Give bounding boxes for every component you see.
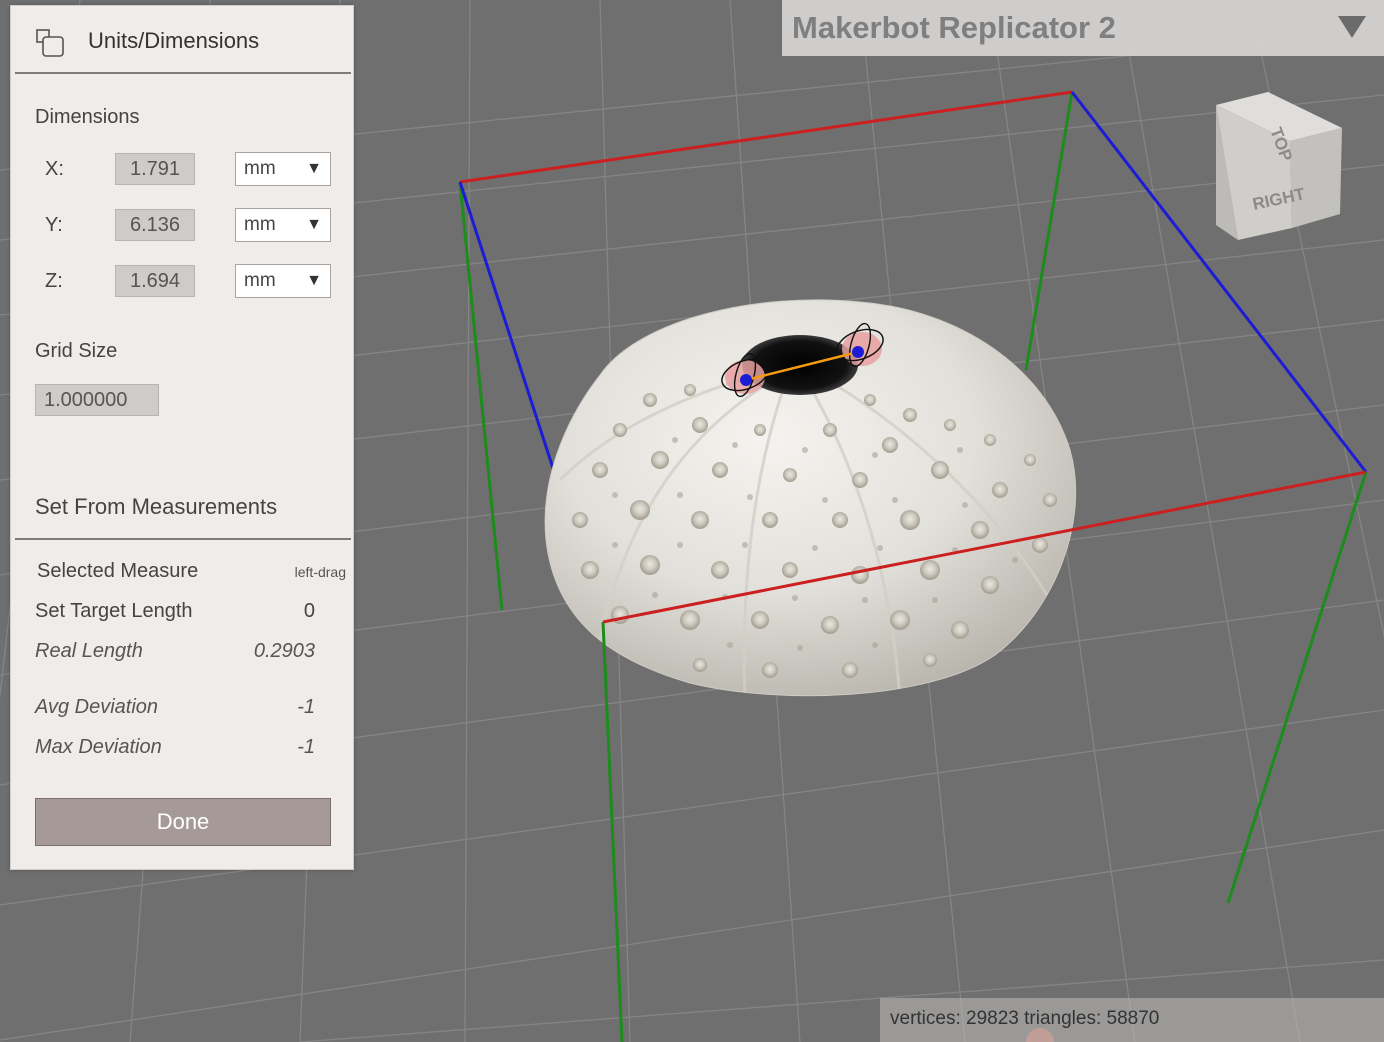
dimension-y-unit-value: mm [244,214,276,235]
measurements-divider [15,538,351,540]
real-length-value: 0.2903 [253,640,315,662]
measure-point-b[interactable] [852,346,864,358]
dropdown-arrow-icon: ▼ [306,272,322,289]
grid-size-heading: Grid Size [35,340,118,362]
dimension-z-field[interactable]: 1.694 [115,265,195,297]
dimension-x-field[interactable]: 1.791 [115,153,195,185]
set-target-length-value[interactable]: 0 [304,600,315,623]
dimension-x-label: X: [45,158,64,180]
max-deviation-label: Max Deviation [35,736,162,758]
panel-header: Units/Dimensions [11,6,353,76]
grid-size-field[interactable]: 1.000000 [35,384,159,416]
units-dimensions-panel: Units/Dimensions Dimensions X: 1.791 mm … [10,5,354,870]
measure-point-a[interactable] [740,374,752,386]
dimension-y-field[interactable]: 6.136 [115,209,195,241]
panel-title: Units/Dimensions [88,28,260,53]
selected-measure-hint: left-drag [294,564,346,580]
view-cube[interactable]: TOP RIGHT [1216,92,1342,240]
set-from-measurements-heading: Set From Measurements [35,494,278,519]
avg-deviation-value: -1 [297,696,315,718]
real-length-label: Real Length [35,640,143,662]
printer-select-label: Makerbot Replicator 2 [792,10,1116,45]
dimension-y-unit-select[interactable]: mm ▼ [235,208,331,242]
selected-measure-label: Selected Measure [37,560,199,582]
units-dimensions-icon [36,29,64,57]
sea-urchin-model[interactable] [544,299,1077,700]
mesh-stats-bar: vertices: 29823 triangles: 58870 [880,998,1384,1042]
max-deviation-value: -1 [297,736,315,758]
chevron-down-icon[interactable] [1338,16,1366,40]
dropdown-arrow-icon: ▼ [306,216,322,233]
dimension-z-unit-select[interactable]: mm ▼ [235,264,331,298]
dimension-y-label: Y: [45,214,63,236]
header-divider [15,72,351,74]
dimensions-heading: Dimensions [35,106,140,128]
dimension-x-unit-select[interactable]: mm ▼ [235,152,331,186]
printer-select[interactable]: Makerbot Replicator 2 [782,0,1384,56]
dimension-x-unit-value: mm [244,158,276,179]
dimension-z-unit-value: mm [244,270,276,291]
done-button[interactable]: Done [35,798,331,846]
set-target-length-label: Set Target Length [35,600,193,622]
dropdown-arrow-icon: ▼ [306,160,322,177]
dimension-z-label: Z: [45,270,63,292]
avg-deviation-label: Avg Deviation [35,696,159,718]
mesh-stats-text: vertices: 29823 triangles: 58870 [890,1008,1160,1029]
